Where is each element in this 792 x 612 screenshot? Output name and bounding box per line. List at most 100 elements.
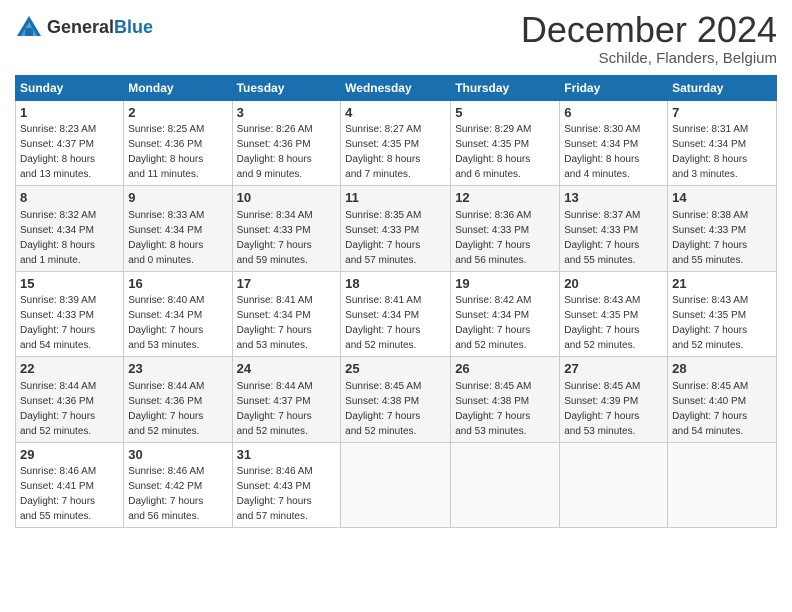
logo-general: General <box>47 17 114 37</box>
day-info: Sunrise: 8:46 AM Sunset: 4:43 PM Dayligh… <box>237 466 313 522</box>
header-saturday: Saturday <box>668 75 777 100</box>
table-row: 28Sunrise: 8:45 AM Sunset: 4:40 PM Dayli… <box>668 357 777 443</box>
day-number: 6 <box>564 104 663 122</box>
table-row <box>341 442 451 528</box>
day-number: 26 <box>455 360 555 378</box>
calendar-table: Sunday Monday Tuesday Wednesday Thursday… <box>15 75 777 529</box>
table-row: 26 Sunrise: 8:45 AM Sunset: 4:38 PM Dayli… <box>451 357 560 443</box>
header-tuesday: Tuesday <box>232 75 341 100</box>
day-info: Sunrise: 8:35 AM Sunset: 4:33 PM Dayligh… <box>345 210 421 266</box>
title-block: December 2024 Schilde, Flanders, Belgium <box>521 10 777 67</box>
day-info: Sunrise: 8:45 AM Sunset: 4:38 PM Dayligh… <box>345 381 421 437</box>
day-info: Sunrise: 8:41 AM Sunset: 4:34 PM Dayligh… <box>237 295 313 351</box>
day-number: 2 <box>128 104 227 122</box>
day-info: Sunrise: 8:43 AM Sunset: 4:35 PM Dayligh… <box>672 295 748 351</box>
day-info: Sunrise: 8:38 AM Sunset: 4:33 PM Dayligh… <box>672 210 748 266</box>
day-number: 18 <box>345 275 446 293</box>
day-info: Sunrise: 8:44 AM Sunset: 4:37 PM Dayligh… <box>237 381 313 437</box>
day-number: 29 <box>20 446 119 464</box>
day-info: Sunrise: 8:44 AM Sunset: 4:36 PM Dayligh… <box>128 381 204 437</box>
table-row: 30 Sunrise: 8:46 AM Sunset: 4:42 PM Dayli… <box>124 442 232 528</box>
day-number: 22 <box>20 360 119 378</box>
table-row: 9 Sunrise: 8:33 AM Sunset: 4:34 PM Daylig… <box>124 186 232 272</box>
logo-text: GeneralBlue <box>47 18 153 38</box>
day-info: Sunrise: 8:45 AM Sunset: 4:38 PM Dayligh… <box>455 381 531 437</box>
page: GeneralBlue December 2024 Schilde, Fland… <box>0 0 792 538</box>
day-number: 5 <box>455 104 555 122</box>
day-number: 8 <box>20 189 119 207</box>
day-info: Sunrise: 8:46 AM Sunset: 4:41 PM Dayligh… <box>20 466 96 522</box>
day-info: Sunrise: 8:29 AM Sunset: 4:35 PM Dayligh… <box>455 124 531 180</box>
table-row: 21 Sunrise: 8:43 AM Sunset: 4:35 PM Dayli… <box>668 271 777 357</box>
day-info: Sunrise: 8:34 AM Sunset: 4:33 PM Dayligh… <box>237 210 313 266</box>
day-info: Sunrise: 8:36 AM Sunset: 4:33 PM Dayligh… <box>455 210 531 266</box>
table-row: 31 Sunrise: 8:46 AM Sunset: 4:43 PM Dayli… <box>232 442 341 528</box>
table-row: 4 Sunrise: 8:27 AM Sunset: 4:35 PM Daylig… <box>341 100 451 186</box>
table-row: 13 Sunrise: 8:37 AM Sunset: 4:33 PM Dayli… <box>560 186 668 272</box>
table-row: 12 Sunrise: 8:36 AM Sunset: 4:33 PM Dayli… <box>451 186 560 272</box>
day-number: 19 <box>455 275 555 293</box>
day-info: Sunrise: 8:27 AM Sunset: 4:35 PM Dayligh… <box>345 124 421 180</box>
day-info: Sunrise: 8:25 AM Sunset: 4:36 PM Dayligh… <box>128 124 204 180</box>
day-number: 21 <box>672 275 772 293</box>
table-row: 25 Sunrise: 8:45 AM Sunset: 4:38 PM Dayli… <box>341 357 451 443</box>
table-row: 5 Sunrise: 8:29 AM Sunset: 4:35 PM Daylig… <box>451 100 560 186</box>
table-row <box>668 442 777 528</box>
day-info: Sunrise: 8:39 AM Sunset: 4:33 PM Dayligh… <box>20 295 96 351</box>
day-number: 17 <box>237 275 337 293</box>
table-row: 18 Sunrise: 8:41 AM Sunset: 4:34 PM Dayli… <box>341 271 451 357</box>
table-row: 19 Sunrise: 8:42 AM Sunset: 4:34 PM Dayli… <box>451 271 560 357</box>
day-info: Sunrise: 8:33 AM Sunset: 4:34 PM Dayligh… <box>128 210 204 266</box>
day-number: 12 <box>455 189 555 207</box>
table-row: 11 Sunrise: 8:35 AM Sunset: 4:33 PM Dayli… <box>341 186 451 272</box>
header-monday: Monday <box>124 75 232 100</box>
day-info: Sunrise: 8:23 AM Sunset: 4:37 PM Dayligh… <box>20 124 96 180</box>
table-row: 6 Sunrise: 8:30 AM Sunset: 4:34 PM Daylig… <box>560 100 668 186</box>
day-number: 31 <box>237 446 337 464</box>
day-number: 13 <box>564 189 663 207</box>
table-row: 3Sunrise: 8:26 AM Sunset: 4:36 PM Daylig… <box>232 100 341 186</box>
day-number: 4 <box>345 104 446 122</box>
day-info: Sunrise: 8:46 AM Sunset: 4:42 PM Dayligh… <box>128 466 204 522</box>
table-row: 14Sunrise: 8:38 AM Sunset: 4:33 PM Dayli… <box>668 186 777 272</box>
logo: GeneralBlue <box>15 14 153 42</box>
table-row: 22Sunrise: 8:44 AM Sunset: 4:36 PM Dayli… <box>16 357 124 443</box>
day-number: 10 <box>237 189 337 207</box>
day-info: Sunrise: 8:30 AM Sunset: 4:34 PM Dayligh… <box>564 124 640 180</box>
header-thursday: Thursday <box>451 75 560 100</box>
header-wednesday: Wednesday <box>341 75 451 100</box>
day-info: Sunrise: 8:31 AM Sunset: 4:34 PM Dayligh… <box>672 124 748 180</box>
day-number: 16 <box>128 275 227 293</box>
day-number: 20 <box>564 275 663 293</box>
table-row: 20 Sunrise: 8:43 AM Sunset: 4:35 PM Dayli… <box>560 271 668 357</box>
day-number: 15 <box>20 275 119 293</box>
day-number: 30 <box>128 446 227 464</box>
month-title: December 2024 <box>521 10 777 50</box>
day-number: 23 <box>128 360 227 378</box>
table-row: 29 Sunrise: 8:46 AM Sunset: 4:41 PM Dayli… <box>16 442 124 528</box>
day-number: 27 <box>564 360 663 378</box>
table-row: 1Sunrise: 8:23 AM Sunset: 4:37 PM Daylig… <box>16 100 124 186</box>
header-friday: Friday <box>560 75 668 100</box>
day-number: 25 <box>345 360 446 378</box>
day-info: Sunrise: 8:45 AM Sunset: 4:39 PM Dayligh… <box>564 381 640 437</box>
weekday-header-row: Sunday Monday Tuesday Wednesday Thursday… <box>16 75 777 100</box>
day-number: 9 <box>128 189 227 207</box>
table-row <box>451 442 560 528</box>
day-info: Sunrise: 8:37 AM Sunset: 4:33 PM Dayligh… <box>564 210 640 266</box>
table-row: 2 Sunrise: 8:25 AM Sunset: 4:36 PM Daylig… <box>124 100 232 186</box>
table-row: 24Sunrise: 8:44 AM Sunset: 4:37 PM Dayli… <box>232 357 341 443</box>
day-number: 28 <box>672 360 772 378</box>
day-number: 11 <box>345 189 446 207</box>
table-row <box>560 442 668 528</box>
day-number: 7 <box>672 104 772 122</box>
day-info: Sunrise: 8:42 AM Sunset: 4:34 PM Dayligh… <box>455 295 531 351</box>
table-row: 27 Sunrise: 8:45 AM Sunset: 4:39 PM Dayli… <box>560 357 668 443</box>
day-info: Sunrise: 8:41 AM Sunset: 4:34 PM Dayligh… <box>345 295 421 351</box>
logo-blue: Blue <box>114 17 153 37</box>
day-info: Sunrise: 8:26 AM Sunset: 4:36 PM Dayligh… <box>237 124 313 180</box>
day-info: Sunrise: 8:43 AM Sunset: 4:35 PM Dayligh… <box>564 295 640 351</box>
header: GeneralBlue December 2024 Schilde, Fland… <box>15 10 777 67</box>
table-row: 15 Sunrise: 8:39 AM Sunset: 4:33 PM Dayli… <box>16 271 124 357</box>
table-row: 7 Sunrise: 8:31 AM Sunset: 4:34 PM Daylig… <box>668 100 777 186</box>
